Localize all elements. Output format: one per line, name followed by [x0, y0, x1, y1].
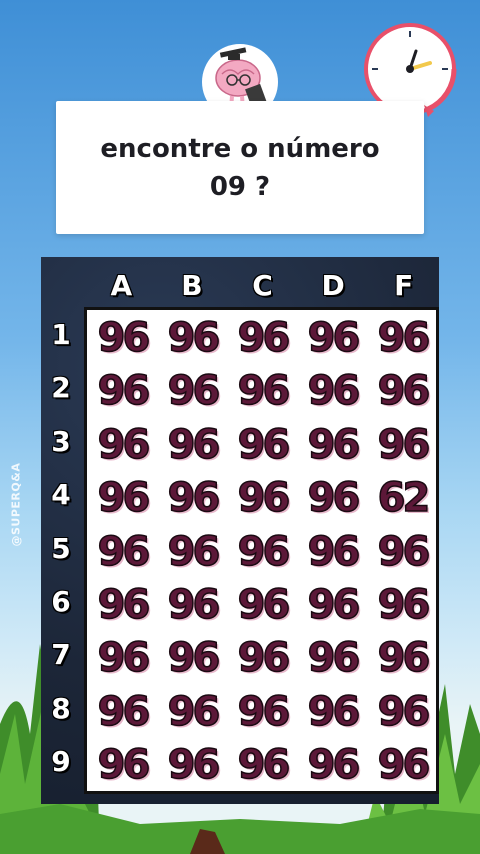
row-header: 8 [51, 691, 71, 725]
grid-cell[interactable]: 96 [367, 526, 438, 579]
grid-cell[interactable]: 96 [87, 365, 158, 418]
grid-cell[interactable]: 96 [297, 579, 368, 632]
grid-cell[interactable]: 96 [157, 365, 228, 418]
grid-cell[interactable]: 96 [157, 739, 228, 792]
grid-cell[interactable]: 96 [367, 312, 438, 365]
grid-cell[interactable]: 96 [157, 579, 228, 632]
grid-cell[interactable]: 96 [297, 526, 368, 579]
grid-cell[interactable]: 96 [297, 632, 368, 685]
column-header: A [110, 269, 133, 302]
column-headers: A B C D F [86, 263, 439, 309]
grid-cell[interactable]: 96 [297, 365, 368, 418]
grid-cell[interactable]: 96 [297, 686, 368, 739]
grid-cell[interactable]: 96 [157, 686, 228, 739]
column-header: B [181, 269, 203, 302]
watermark-text: @SUPERQ&A [9, 462, 23, 547]
row-header: 4 [51, 478, 71, 512]
grid-cell[interactable]: 62 [367, 472, 438, 525]
grid-cell[interactable]: 96 [227, 312, 298, 365]
grid-cell[interactable]: 96 [227, 632, 298, 685]
grid-cell[interactable]: 96 [227, 472, 298, 525]
grid-cell[interactable]: 96 [87, 632, 158, 685]
row-header: 7 [51, 638, 71, 672]
grid-cell[interactable]: 96 [157, 419, 228, 472]
grid-cell[interactable]: 96 [157, 472, 228, 525]
grid-cell[interactable]: 96 [87, 739, 158, 792]
row-headers: 1 2 3 4 5 6 7 8 9 [41, 307, 81, 792]
row-header: 6 [51, 585, 71, 618]
column-header: F [394, 269, 414, 302]
grid-cell[interactable]: 96 [157, 632, 228, 685]
column-header: D [321, 269, 345, 302]
grid-cell[interactable]: 96 [367, 632, 438, 685]
grid-cell[interactable]: 96 [297, 312, 368, 365]
question-line-2: 09 ? [209, 171, 271, 202]
grid-cell[interactable]: 96 [227, 739, 298, 792]
number-grid: 96 96 96 96 96 96 96 96 96 96 96 96 96 96 96 96 96 96 96 62… [84, 307, 439, 794]
grid-cell[interactable]: 96 [157, 526, 228, 579]
puzzle-board: A B C D F 123456789 96 96 96 96 96 96 96 96 96 96… [41, 257, 439, 804]
question-card: encontre o número 09 ? [56, 101, 424, 234]
row-header: 1 [51, 318, 71, 351]
column-header: C [252, 269, 273, 302]
grid-cell[interactable]: 96 [227, 579, 298, 632]
row-header: 5 [51, 531, 71, 565]
grid-cell[interactable]: 96 [87, 419, 158, 472]
grid-cell[interactable]: 96 [297, 419, 368, 472]
row-header: 3 [51, 424, 71, 458]
grid-cell[interactable]: 96 [87, 579, 158, 632]
grid-cell[interactable]: 96 [87, 686, 158, 739]
grid-cell[interactable]: 96 [367, 739, 438, 792]
grid-cell[interactable]: 96 [227, 526, 298, 579]
grid-cell[interactable]: 96 [367, 579, 438, 632]
question-line-1: encontre o número [100, 133, 380, 164]
grid-cell[interactable]: 96 [227, 365, 298, 418]
grid-cell[interactable]: 96 [87, 312, 158, 365]
grid-cell[interactable]: 96 [367, 686, 438, 739]
row-header: 2 [51, 371, 71, 405]
grid-cell[interactable]: 96 [367, 365, 438, 418]
grid-cell[interactable]: 96 [297, 472, 368, 525]
grid-cell[interactable]: 96 [227, 419, 298, 472]
row-header: 9 [51, 745, 71, 779]
grid-cell[interactable]: 96 [157, 312, 228, 365]
grid-cell[interactable]: 96 [297, 739, 368, 792]
grid-cell[interactable]: 96 [87, 472, 158, 525]
grid-cell[interactable]: 96 [227, 686, 298, 739]
grid-cell[interactable]: 96 [87, 526, 158, 579]
grid-cell[interactable]: 96 [367, 419, 438, 472]
